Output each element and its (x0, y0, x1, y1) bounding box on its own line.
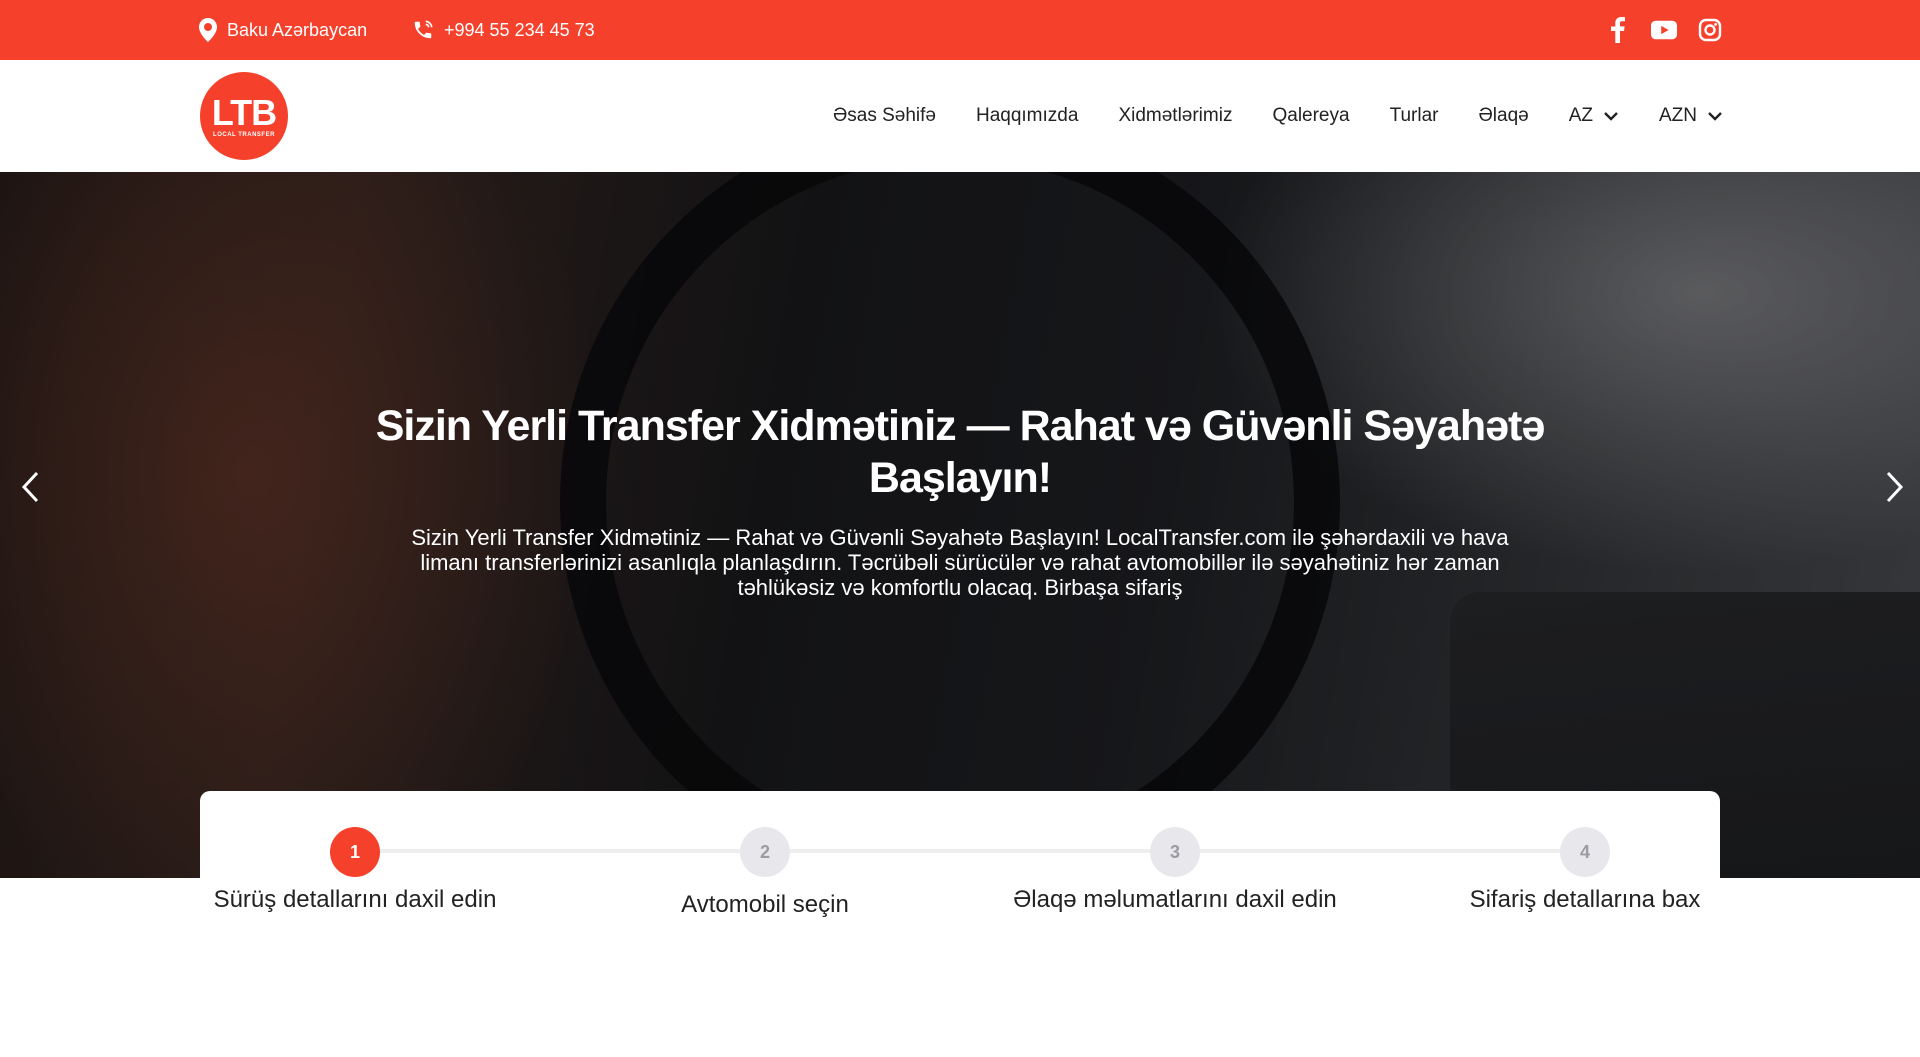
instagram-icon[interactable] (1697, 17, 1723, 43)
main-header: LTB LOCAL TRANSFER Əsas Səhifə Haqqımızd… (0, 60, 1920, 172)
step-label: Sürüş detallarını daxil edin (213, 886, 497, 913)
currency-dropdown[interactable]: AZN (1659, 105, 1723, 127)
site-logo[interactable]: LTB LOCAL TRANSFER (200, 72, 288, 160)
step-number: 3 (1150, 827, 1200, 877)
nav-item-contact[interactable]: Əlaqə (1479, 105, 1529, 127)
step-number: 4 (1560, 827, 1610, 877)
step-2[interactable]: 2 Avtomobil seçin (555, 791, 975, 931)
chevron-down-icon (1603, 105, 1619, 127)
nav-item-home[interactable]: Əsas Səhifə (833, 105, 936, 127)
chevron-left-icon (21, 471, 39, 503)
currency-label: AZN (1659, 105, 1697, 126)
map-pin-icon (199, 18, 217, 42)
logo-text: LTB (211, 91, 277, 133)
slider-next-button[interactable] (1870, 462, 1920, 512)
hero-slider: Sizin Yerli Transfer Xidmətiniz — Rahat … (0, 172, 1920, 878)
logo-subtext: LOCAL TRANSFER (213, 131, 275, 138)
step-number: 1 (330, 827, 380, 877)
main-nav: Əsas Səhifə Haqqımızda Xidmətlərimiz Qal… (833, 60, 1723, 172)
language-dropdown[interactable]: AZ (1569, 105, 1619, 127)
phone-text[interactable]: +994 55 234 45 73 (444, 20, 595, 41)
top-bar: Baku Azərbaycan +994 55 234 45 73 (0, 0, 1920, 60)
facebook-icon[interactable] (1605, 17, 1631, 43)
step-1[interactable]: 1 Sürüş detallarını daxil edin (145, 791, 565, 931)
step-3[interactable]: 3 Əlaqə məlumatlarını daxil edin (965, 791, 1385, 931)
hero-title: Sizin Yerli Transfer Xidmətiniz — Rahat … (375, 402, 1546, 502)
booking-steps: 1 Sürüş detallarını daxil edin 2 Avtomob… (200, 791, 1720, 1057)
chevron-down-icon (1707, 105, 1723, 127)
hero-description: Sizin Yerli Transfer Xidmətiniz — Rahat … (411, 525, 1509, 600)
nav-item-services[interactable]: Xidmətlərimiz (1118, 105, 1232, 127)
location-text: Baku Azərbaycan (227, 19, 368, 40)
step-label: Avtomobil seçin (681, 891, 849, 918)
step-4[interactable]: 4 Sifariş detallarına bax (1375, 791, 1795, 931)
language-label: AZ (1568, 105, 1593, 126)
nav-item-about[interactable]: Haqqımızda (976, 105, 1078, 127)
chevron-right-icon (1886, 471, 1904, 503)
youtube-icon[interactable] (1651, 17, 1677, 43)
phone-icon (412, 19, 434, 41)
nav-item-gallery[interactable]: Qalereya (1272, 105, 1349, 127)
nav-item-tours[interactable]: Turlar (1390, 105, 1439, 127)
slider-prev-button[interactable] (5, 462, 55, 512)
step-number: 2 (740, 827, 790, 877)
step-label: Sifariş detallarına bax (1469, 886, 1701, 913)
phone-info[interactable]: +994 55 234 45 73 (412, 0, 595, 60)
social-links (1605, 0, 1723, 60)
location-info: Baku Azərbaycan (199, 0, 367, 60)
step-label: Əlaqə məlumatlarını daxil edin (1013, 886, 1337, 913)
